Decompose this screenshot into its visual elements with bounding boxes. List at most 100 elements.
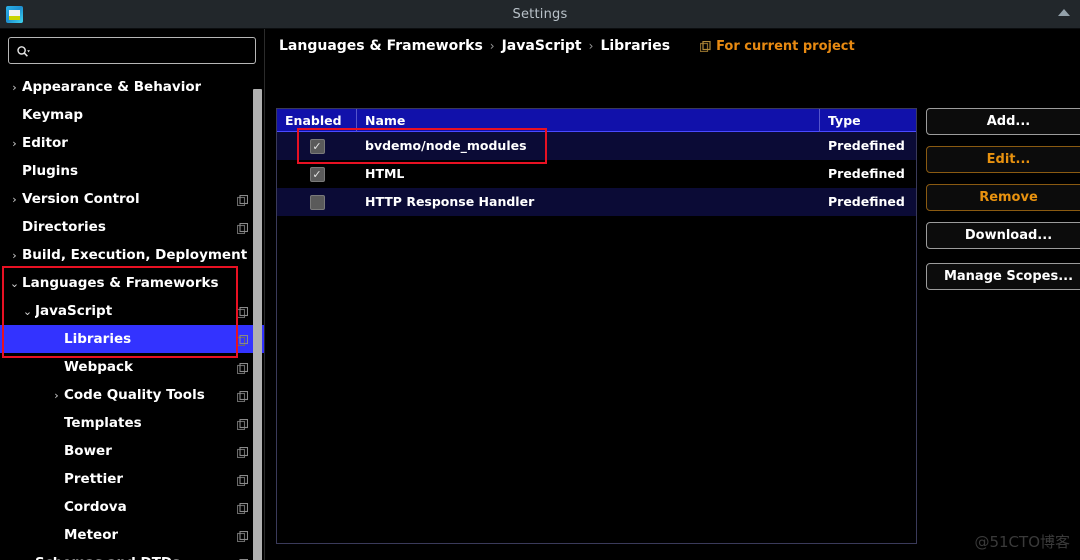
sidebar-scrollbar[interactable] [253, 89, 262, 560]
table-body: ✓ bvdemo/node_modules Predefined ✓ HTML Prede… [277, 132, 916, 216]
enabled-checkbox[interactable]: ✓ [309, 166, 325, 182]
sidebar-item-label: Bower [64, 443, 112, 459]
sidebar-item-bower[interactable]: Bower [0, 437, 264, 465]
copy-settings-icon[interactable] [236, 194, 249, 207]
chevron-down-icon[interactable]: ⌄ [20, 305, 35, 318]
chevron-right-icon[interactable]: › [7, 249, 22, 262]
sidebar-item-schemas-and-dtds[interactable]: ›Schemas and DTDs [0, 549, 264, 560]
library-type-cell: Predefined [828, 138, 905, 153]
library-name-cell: HTML [365, 166, 405, 181]
add-button[interactable]: Add... [926, 108, 1080, 135]
breadcrumb-item-languages[interactable]: Languages & Frameworks [279, 38, 483, 54]
enabled-checkbox[interactable]: ✓ [309, 138, 325, 154]
sidebar-item-label: Version Control [22, 191, 140, 207]
copy-settings-icon[interactable] [236, 306, 249, 319]
sidebar-item-keymap[interactable]: Keymap [0, 101, 264, 129]
search-input[interactable] [35, 42, 255, 59]
chevron-right-icon[interactable]: › [49, 389, 64, 402]
search-area [0, 29, 264, 64]
chevron-up-icon[interactable] [1058, 9, 1070, 16]
copy-settings-icon[interactable] [236, 446, 249, 459]
sidebar-item-label: Templates [64, 415, 142, 431]
sidebar-item-languages-frameworks[interactable]: ⌄ Languages & Frameworks [0, 269, 264, 297]
table-row[interactable]: ✓ bvdemo/node_modules Predefined [277, 132, 916, 160]
library-name-cell: HTTP Response Handler [365, 194, 535, 209]
sidebar-item-build-execution-deployment[interactable]: › Build, Execution, Deployment [0, 241, 264, 269]
copy-settings-icon[interactable] [236, 334, 249, 347]
library-type-cell: Predefined [828, 166, 905, 181]
sidebar-item-label: Keymap [22, 107, 84, 123]
enabled-cell: ✓ [277, 160, 357, 188]
for-current-project-link[interactable]: For current project [699, 39, 855, 54]
title-bar: Settings [0, 0, 1080, 29]
settings-tree: › Appearance & Behavior Keymap › Editor Plugi… [0, 73, 264, 560]
sidebar-item-label: Editor [22, 135, 68, 151]
sidebar-item-appearance-behavior[interactable]: › Appearance & Behavior [0, 73, 264, 101]
search-box[interactable] [8, 37, 256, 64]
sidebar-item-label: Prettier [64, 471, 124, 487]
copy-settings-icon[interactable] [236, 474, 249, 487]
sidebar-item-label: Schemas and DTDs [35, 555, 180, 560]
column-header-enabled[interactable]: Enabled [277, 108, 357, 132]
column-header-name[interactable]: Name [357, 108, 820, 132]
sidebar-item-code-quality-tools[interactable]: › Code Quality Tools [0, 381, 264, 409]
sidebar-item-label: Plugins [22, 163, 79, 179]
sidebar-item-cordova[interactable]: Cordova [0, 493, 264, 521]
sidebar-item-meteor[interactable]: Meteor [0, 521, 264, 549]
sidebar-item-label: JavaScript [35, 303, 113, 319]
chevron-right-icon[interactable]: › [7, 81, 22, 94]
download-button[interactable]: Download... [926, 222, 1080, 249]
sidebar-item-label: Libraries [64, 331, 132, 347]
action-button-column: Add... Edit... Remove Download... Manage Sco… [926, 108, 1080, 301]
chevron-right-icon[interactable]: › [7, 137, 22, 150]
chevron-down-icon[interactable]: ⌄ [7, 277, 22, 290]
copy-settings-icon[interactable] [236, 362, 249, 375]
sidebar-item-version-control[interactable]: › Version Control [0, 185, 264, 213]
table-row[interactable]: HTTP Response Handler Predefined [277, 188, 916, 216]
sidebar-item-label: Meteor [64, 527, 119, 543]
window-title: Settings [512, 6, 568, 22]
sidebar-item-label: Appearance & Behavior [22, 79, 202, 95]
sidebar-item-label: Cordova [64, 499, 127, 515]
search-icon [16, 44, 30, 58]
chevron-right-icon[interactable]: › [20, 557, 35, 560]
table-header-row: Enabled Name Type [277, 108, 916, 132]
sidebar-scrollbar-thumb[interactable] [253, 89, 262, 560]
edit-button[interactable]: Edit... [926, 146, 1080, 173]
sidebar-item-label: Directories [22, 219, 106, 235]
copy-settings-icon[interactable] [236, 530, 249, 543]
library-type-cell: Predefined [828, 194, 905, 209]
sidebar-item-label: Languages & Frameworks [22, 275, 219, 291]
breadcrumb-item-libraries: Libraries [600, 38, 671, 54]
column-header-type[interactable]: Type [820, 109, 916, 132]
breadcrumb: Languages & Frameworks › JavaScript › Li… [279, 38, 855, 54]
copy-settings-icon[interactable] [236, 390, 249, 403]
table-row[interactable]: ✓ HTML Predefined [277, 160, 916, 188]
libraries-table: Enabled Name Type ✓ bvdemo/node_modules Pr… [276, 108, 917, 544]
main-panel: Languages & Frameworks › JavaScript › Li… [266, 29, 1080, 560]
sidebar-item-javascript[interactable]: ⌄ JavaScript [0, 297, 264, 325]
module-icon [699, 40, 711, 52]
breadcrumb-separator: › [489, 39, 495, 53]
remove-button[interactable]: Remove [926, 184, 1080, 211]
enabled-checkbox[interactable] [309, 194, 325, 210]
sidebar-item-editor[interactable]: › Editor [0, 129, 264, 157]
sidebar-item-webpack[interactable]: Webpack [0, 353, 264, 381]
chevron-right-icon[interactable]: › [7, 193, 22, 206]
manage-scopes-button[interactable]: Manage Scopes... [926, 263, 1080, 290]
webstorm-icon [6, 6, 23, 23]
sidebar-item-plugins[interactable]: Plugins [0, 157, 264, 185]
breadcrumb-separator: › [588, 39, 594, 53]
sidebar-item-templates[interactable]: Templates [0, 409, 264, 437]
sidebar-item-label: Code Quality Tools [64, 387, 205, 403]
library-name-cell: bvdemo/node_modules [365, 138, 527, 153]
enabled-cell [277, 188, 357, 216]
sidebar-item-label: Build, Execution, Deployment [22, 247, 248, 263]
sidebar-item-directories[interactable]: Directories [0, 213, 264, 241]
copy-settings-icon[interactable] [236, 222, 249, 235]
copy-settings-icon[interactable] [236, 418, 249, 431]
sidebar-item-prettier[interactable]: Prettier [0, 465, 264, 493]
breadcrumb-item-javascript[interactable]: JavaScript [502, 38, 582, 54]
sidebar-item-libraries[interactable]: Libraries [0, 325, 264, 353]
copy-settings-icon[interactable] [236, 502, 249, 515]
